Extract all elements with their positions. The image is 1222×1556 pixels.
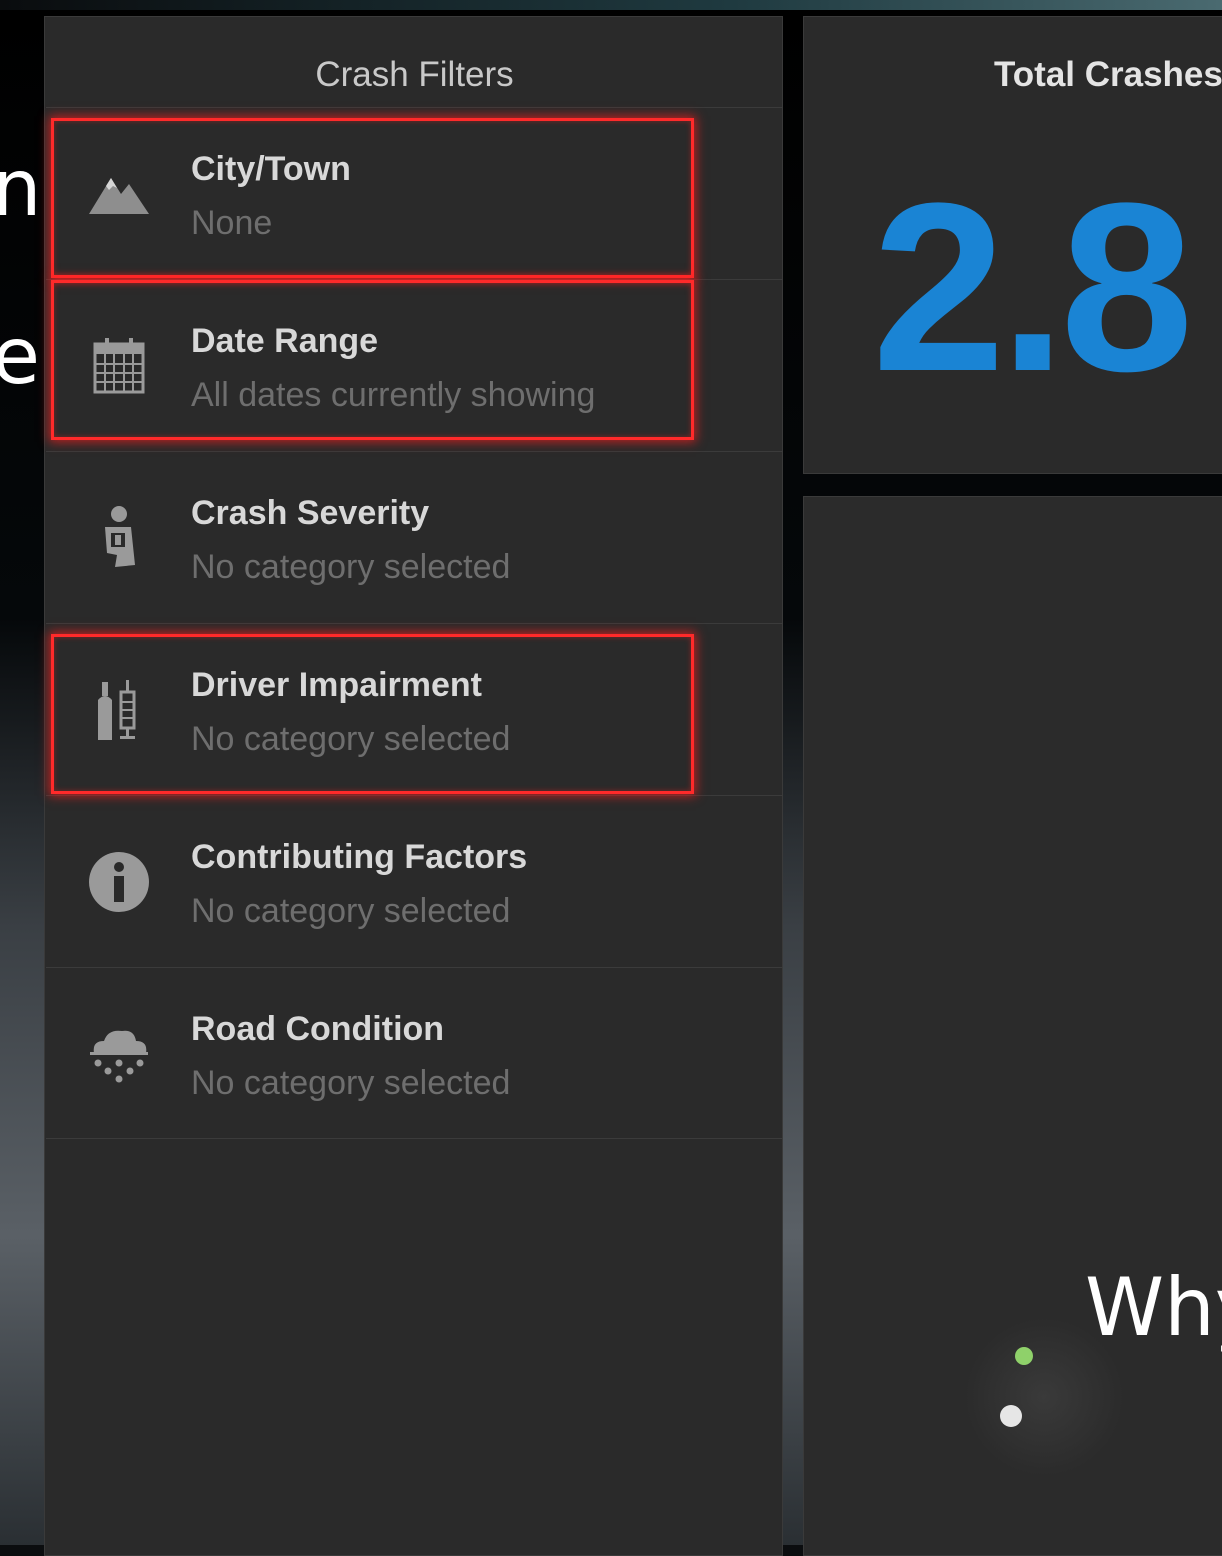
filter-label: Crash Severity: [191, 494, 430, 532]
map-point[interactable]: [1000, 1405, 1022, 1427]
panel-title: Total Crashes: [994, 55, 1222, 94]
crash-filters-panel: Crash Filters City/Town None Date Range …: [44, 16, 783, 1556]
edge-letter: e: [0, 312, 40, 402]
overlay-caption: Why: [1085, 1261, 1222, 1354]
top-strip: [0, 0, 1222, 10]
map-point[interactable]: [1015, 1347, 1033, 1365]
filter-value: No category selected: [191, 720, 511, 758]
info-icon: [86, 849, 152, 915]
filter-crash-severity[interactable]: Crash Severity No category selected: [46, 451, 783, 623]
filter-label: Date Range: [191, 322, 379, 360]
filter-value: No category selected: [191, 1064, 511, 1102]
map-panel[interactable]: [803, 496, 1222, 1556]
bottles-icon: [86, 677, 152, 743]
filter-value: No category selected: [191, 892, 511, 930]
filter-label: Contributing Factors: [191, 838, 528, 876]
snow-cloud-icon: [86, 1020, 152, 1086]
mountain-icon: [86, 161, 152, 227]
total-crashes-panel: Total Crashes 2.8: [803, 16, 1222, 474]
filter-value: None: [191, 204, 273, 242]
person-injury-icon: [86, 505, 152, 571]
filter-driver-impairment[interactable]: Driver Impairment No category selected: [46, 623, 783, 795]
filter-road-condition[interactable]: Road Condition No category selected: [46, 967, 783, 1139]
filter-city-town[interactable]: City/Town None: [46, 107, 783, 279]
filter-date-range[interactable]: Date Range All dates currently showing: [46, 279, 783, 451]
filter-label: Driver Impairment: [191, 666, 482, 704]
filter-label: Road Condition: [191, 1010, 445, 1048]
filter-value: No category selected: [191, 548, 511, 586]
filter-contributing-factors[interactable]: Contributing Factors No category selecte…: [46, 795, 783, 967]
calendar-icon: [86, 333, 152, 399]
total-crashes-value: 2.8: [872, 153, 1194, 421]
panel-title: Crash Filters: [315, 55, 514, 94]
edge-letter: n: [0, 144, 42, 234]
filter-value: All dates currently showing: [191, 376, 596, 414]
filter-label: City/Town: [191, 150, 351, 188]
